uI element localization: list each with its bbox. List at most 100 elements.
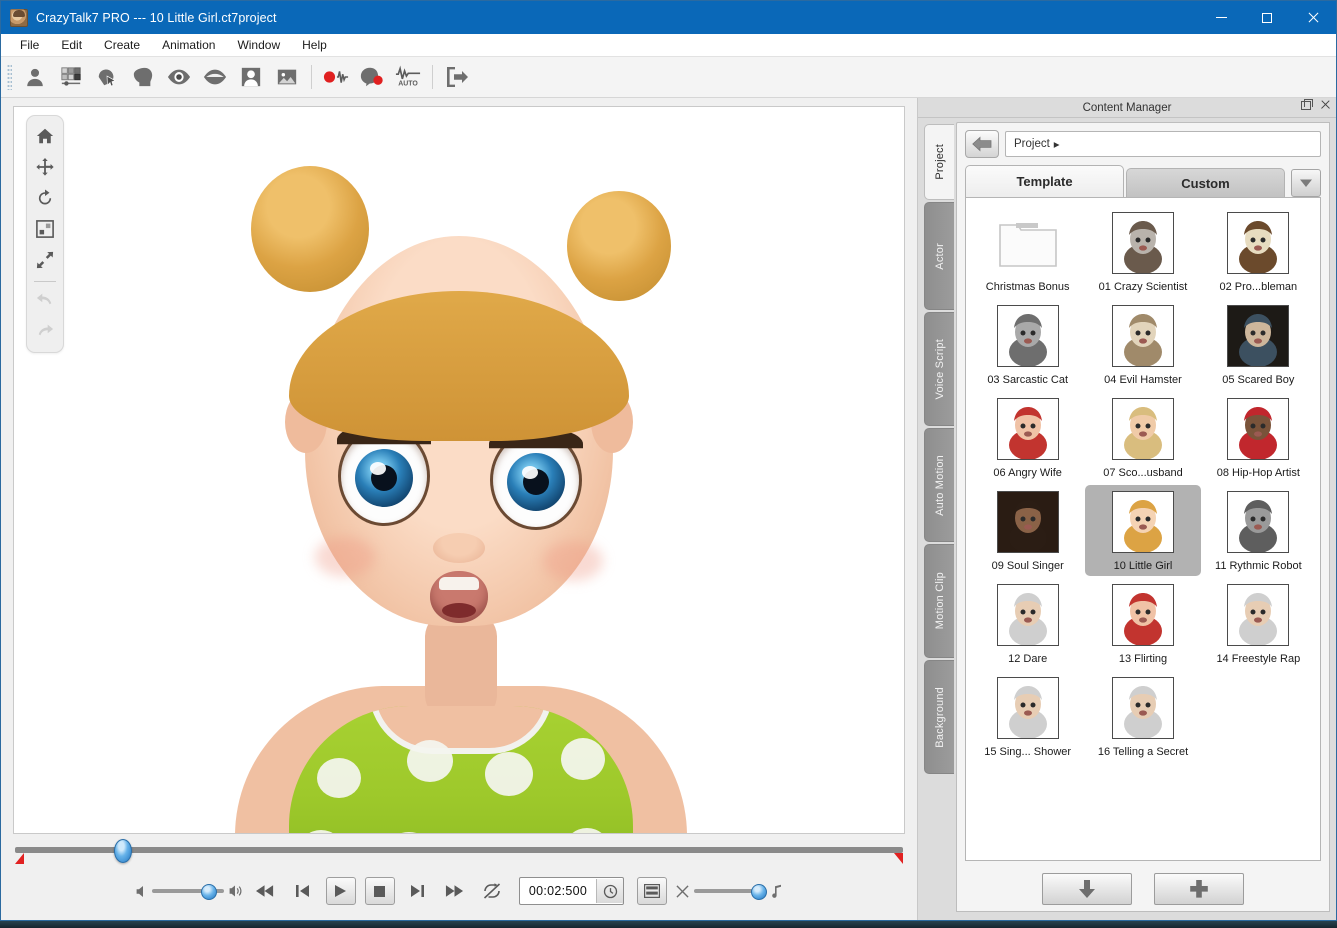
stage-viewport[interactable] bbox=[13, 106, 905, 834]
content-item[interactable]: 01 Crazy Scientist bbox=[1085, 206, 1200, 297]
tab-template[interactable]: Template bbox=[965, 165, 1124, 197]
menu-animation[interactable]: Animation bbox=[151, 36, 226, 54]
content-item[interactable]: 12 Dare bbox=[970, 578, 1085, 669]
maximize-button[interactable] bbox=[1244, 1, 1290, 34]
timecode-field[interactable]: 00:02:500 bbox=[519, 877, 624, 905]
sidebar-item-actor[interactable]: Actor bbox=[924, 202, 954, 310]
content-item[interactable]: 07 Sco...usband bbox=[1085, 392, 1200, 483]
sidebar-item-auto-motion[interactable]: Auto Motion bbox=[924, 428, 954, 542]
sidebar-item-voice-script[interactable]: Voice Script bbox=[924, 312, 954, 426]
close-icon[interactable] bbox=[1320, 100, 1330, 110]
avatar-cheek-right bbox=[543, 541, 603, 581]
play-button[interactable] bbox=[326, 877, 356, 905]
portrait-button[interactable] bbox=[234, 60, 268, 94]
content-item[interactable]: 14 Freestyle Rap bbox=[1201, 578, 1316, 669]
add-button[interactable] bbox=[1154, 873, 1244, 905]
content-thumbnail bbox=[1112, 305, 1174, 367]
minimize-button[interactable] bbox=[1198, 1, 1244, 34]
content-item[interactable]: 09 Soul Singer bbox=[970, 485, 1085, 576]
stop-button[interactable] bbox=[365, 877, 395, 905]
toolbar-separator-1 bbox=[311, 65, 312, 89]
content-item[interactable]: 10 Little Girl bbox=[1085, 485, 1200, 576]
content-item[interactable]: 04 Evil Hamster bbox=[1085, 299, 1200, 390]
close-button[interactable] bbox=[1290, 1, 1336, 34]
export-button[interactable] bbox=[440, 60, 474, 94]
sidebar-item-motion-clip[interactable]: Motion Clip bbox=[924, 544, 954, 658]
character-avatar[interactable] bbox=[219, 141, 699, 821]
timeline-toggle-button[interactable] bbox=[637, 877, 667, 905]
rewind-button[interactable] bbox=[252, 877, 280, 905]
timeline-start-marker[interactable] bbox=[15, 853, 24, 864]
content-item[interactable]: 06 Angry Wife bbox=[970, 392, 1085, 483]
content-item[interactable]: Christmas Bonus bbox=[970, 206, 1085, 297]
content-item[interactable]: 13 Flirting bbox=[1085, 578, 1200, 669]
content-item-label: 03 Sarcastic Cat bbox=[987, 374, 1068, 386]
auto-motion-button[interactable]: AUTO bbox=[391, 60, 425, 94]
menu-create[interactable]: Create bbox=[93, 36, 151, 54]
timecode-value[interactable]: 00:02:500 bbox=[520, 884, 596, 898]
loop-off-button[interactable] bbox=[478, 877, 506, 905]
menu-file[interactable]: File bbox=[9, 36, 50, 54]
content-button[interactable] bbox=[54, 60, 88, 94]
record-audio-button[interactable] bbox=[319, 60, 353, 94]
fit-tool[interactable] bbox=[31, 215, 59, 243]
move-tool[interactable] bbox=[31, 153, 59, 181]
menu-window[interactable]: Window bbox=[226, 36, 291, 54]
tab-custom[interactable]: Custom bbox=[1126, 168, 1285, 197]
fitting-button[interactable] bbox=[90, 60, 124, 94]
timeline-track[interactable] bbox=[15, 847, 903, 853]
tab-label: Template bbox=[1016, 174, 1072, 189]
voice-button[interactable] bbox=[355, 60, 389, 94]
next-frame-button[interactable] bbox=[404, 877, 432, 905]
content-manager-body: Project Actor Voice Script Auto Motion M… bbox=[918, 118, 1336, 920]
content-item[interactable]: 15 Sing... Shower bbox=[970, 671, 1085, 762]
timeline-playhead[interactable] bbox=[114, 839, 132, 863]
background-button[interactable] bbox=[270, 60, 304, 94]
content-item[interactable]: 03 Sarcastic Cat bbox=[970, 299, 1085, 390]
desktop-background-strip bbox=[0, 921, 1337, 928]
volume-track[interactable] bbox=[152, 889, 224, 893]
home-tool[interactable] bbox=[31, 122, 59, 150]
redo-tool[interactable] bbox=[31, 318, 59, 346]
sidebar-item-background[interactable]: Background bbox=[924, 660, 954, 774]
previous-frame-button[interactable] bbox=[289, 877, 317, 905]
audio-level-slider[interactable] bbox=[676, 884, 782, 898]
content-item[interactable]: 05 Scared Boy bbox=[1201, 299, 1316, 390]
volume-slider[interactable] bbox=[136, 884, 243, 898]
content-grid[interactable]: Christmas Bonus01 Crazy Scientist02 Pro.… bbox=[965, 197, 1321, 861]
content-manager-titlebar: Content Manager bbox=[918, 98, 1336, 118]
tab-dropdown-button[interactable] bbox=[1291, 169, 1321, 197]
mouth-button[interactable] bbox=[198, 60, 232, 94]
loop-off-icon bbox=[483, 883, 501, 899]
eye-button[interactable] bbox=[162, 60, 196, 94]
rotate-tool[interactable] bbox=[31, 184, 59, 212]
volume-knob[interactable] bbox=[201, 884, 217, 900]
content-item[interactable]: 08 Hip-Hop Artist bbox=[1201, 392, 1316, 483]
head-button[interactable] bbox=[126, 60, 160, 94]
menu-edit[interactable]: Edit bbox=[50, 36, 93, 54]
content-item[interactable]: 02 Pro...bleman bbox=[1201, 206, 1316, 297]
back-button[interactable] bbox=[965, 130, 999, 158]
undo-tool[interactable] bbox=[31, 287, 59, 315]
timecode-picker-button[interactable] bbox=[596, 879, 623, 903]
apply-button[interactable] bbox=[1042, 873, 1132, 905]
audio-level-track[interactable] bbox=[694, 889, 766, 893]
application-window: CrazyTalk7 PRO --- 10 Little Girl.ct7pro… bbox=[0, 0, 1337, 921]
timeline-bar[interactable] bbox=[1, 834, 917, 866]
stage-pane: 00:02:500 bbox=[1, 98, 918, 920]
breadcrumb[interactable]: Project ▸ bbox=[1005, 131, 1321, 157]
sidebar-item-project[interactable]: Project bbox=[924, 124, 954, 200]
menu-help[interactable]: Help bbox=[291, 36, 338, 54]
toolbar-grip[interactable] bbox=[7, 64, 12, 90]
restore-icon[interactable] bbox=[1301, 101, 1311, 110]
audio-level-knob[interactable] bbox=[751, 884, 767, 900]
content-item[interactable]: 16 Telling a Secret bbox=[1085, 671, 1200, 762]
scale-tool[interactable] bbox=[31, 246, 59, 274]
fast-forward-button[interactable] bbox=[441, 877, 469, 905]
timeline-end-marker[interactable] bbox=[894, 853, 903, 864]
chevron-down-icon bbox=[1299, 178, 1313, 188]
breadcrumb-root[interactable]: Project bbox=[1014, 138, 1050, 150]
content-item[interactable]: 11 Rythmic Robot bbox=[1201, 485, 1316, 576]
content-thumbnail bbox=[1227, 212, 1289, 274]
actor-button[interactable] bbox=[18, 60, 52, 94]
